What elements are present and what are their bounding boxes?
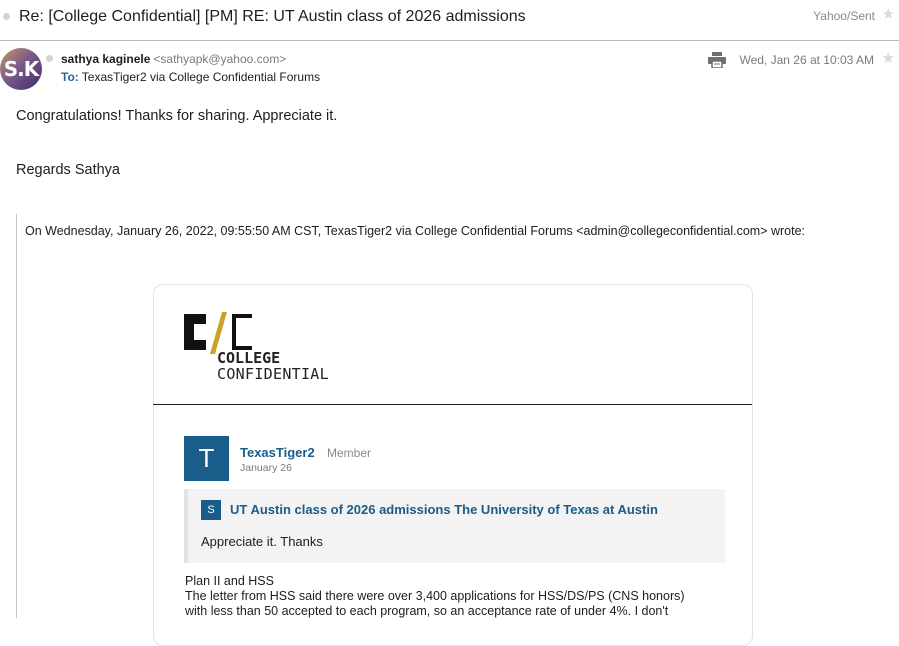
card-divider [153, 404, 752, 405]
quoted-header: On Wednesday, January 26, 2022, 09:55:50… [25, 224, 806, 238]
sender-name[interactable]: sathya kaginele [61, 52, 150, 66]
message-line: Congratulations! Thanks for sharing. App… [16, 108, 338, 124]
sender[interactable]: sathya kaginele <sathyapk@yahoo.com> [61, 52, 286, 66]
message-signature: Regards Sathya [16, 162, 120, 178]
email-date: Wed, Jan 26 at 10:03 AM [739, 53, 874, 67]
star-icon[interactable]: ★ [882, 49, 895, 67]
username-link[interactable]: TexasTiger2 [240, 445, 315, 460]
avatar[interactable]: S.K [0, 48, 42, 90]
category-badge[interactable]: S [201, 500, 221, 520]
user-role: Member [327, 446, 372, 460]
post-line: Plan II and HSS [185, 574, 274, 588]
email-subject: Re: [College Confidential] [PM] RE: UT A… [19, 8, 526, 25]
topic-link[interactable]: UT Austin class of 2026 admissions The U… [230, 502, 658, 517]
post-line: with less than 50 accepted to each progr… [185, 604, 669, 618]
quoted-text: Appreciate it. Thanks [201, 534, 323, 549]
quote-divider [16, 214, 17, 618]
avatar-initials: S.K [3, 57, 40, 81]
recipient-line: To: TexasTiger2 via College Confidential … [61, 70, 320, 84]
recipient[interactable]: TexasTiger2 via College Confidential For… [82, 70, 320, 84]
presence-dot-icon [46, 55, 53, 62]
quote-box [184, 489, 725, 563]
post-date: January 26 [240, 462, 292, 474]
print-icon[interactable] [708, 52, 726, 68]
unread-dot-icon[interactable] [3, 13, 10, 20]
star-icon[interactable]: ★ [882, 5, 895, 23]
user-avatar[interactable]: T [184, 436, 229, 481]
post-line: The letter from HSS said there were over… [185, 589, 685, 603]
to-label: To: [61, 70, 79, 84]
folder-label[interactable]: Yahoo/Sent [813, 9, 875, 23]
college-confidential-logo-icon[interactable] [182, 310, 254, 354]
logo-text-confidential: CONFIDENTIAL [217, 365, 329, 383]
sender-email[interactable]: <sathyapk@yahoo.com> [153, 52, 286, 66]
